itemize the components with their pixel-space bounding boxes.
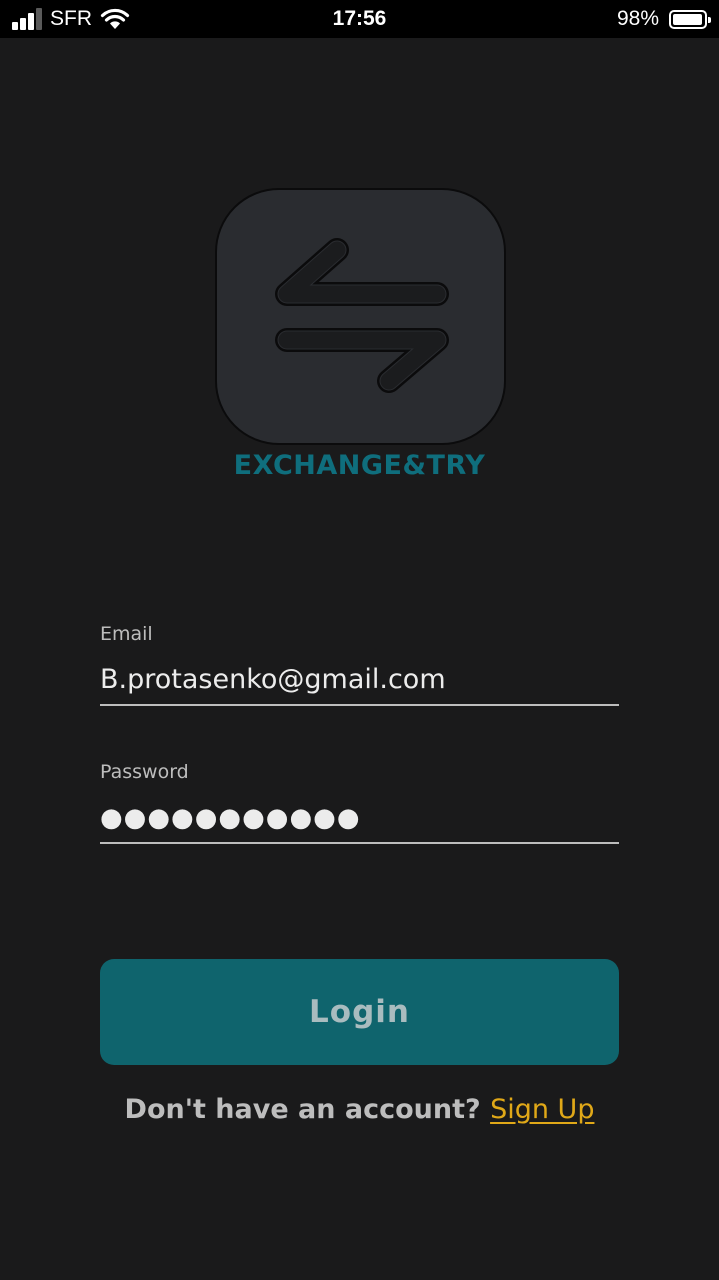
- clock-time: 17:56: [332, 7, 387, 30]
- battery-icon: [669, 9, 711, 29]
- email-field[interactable]: B.protasenko@gmail.com: [100, 664, 619, 700]
- status-bar-right: 98%: [616, 6, 711, 32]
- battery-percent: 98%: [616, 7, 659, 30]
- password-field[interactable]: ●●●●●●●●●●●: [100, 802, 619, 838]
- battery-level-fill: [673, 13, 702, 25]
- exchange-arrows-icon: [275, 238, 449, 393]
- login-button[interactable]: Login: [100, 959, 619, 1065]
- signup-prompt: Don't have an account?: [124, 1094, 491, 1125]
- password-field-group: Password ●●●●●●●●●●●: [100, 760, 619, 844]
- password-label: Password: [100, 761, 189, 783]
- password-underline: [100, 842, 619, 844]
- battery-cap: [708, 16, 711, 23]
- app-logo: [215, 188, 506, 445]
- email-underline: [100, 704, 619, 706]
- status-bar: SFR 17:56 98%: [0, 0, 719, 38]
- signup-link[interactable]: Sign Up: [490, 1094, 594, 1125]
- email-label: Email: [100, 623, 153, 645]
- brand-name: EXCHANGE&TRY: [233, 450, 486, 481]
- signup-row: Don't have an account? Sign Up: [0, 1094, 719, 1125]
- email-field-group: Email B.protasenko@gmail.com: [100, 622, 619, 706]
